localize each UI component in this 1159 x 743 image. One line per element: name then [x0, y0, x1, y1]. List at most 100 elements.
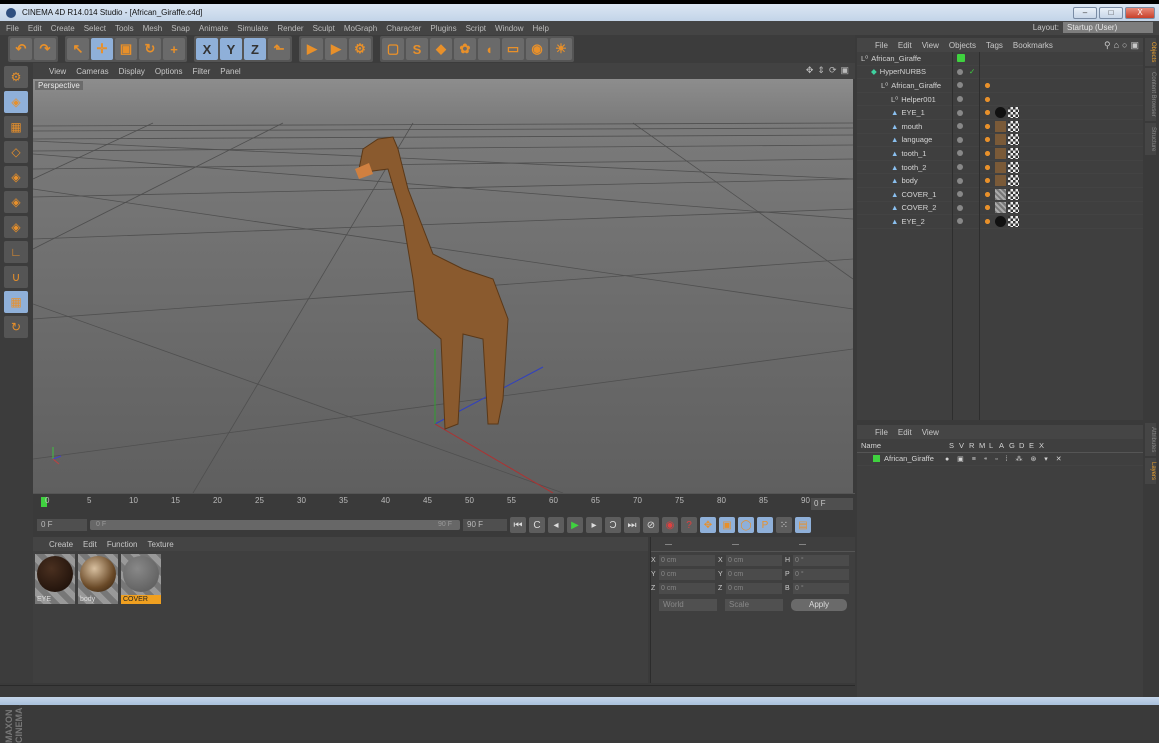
layer-color-swatch[interactable] — [873, 455, 880, 463]
material-cover[interactable]: COVER — [121, 554, 161, 604]
visibility-dot[interactable] — [957, 218, 963, 225]
material-menu-edit[interactable]: Edit — [83, 540, 97, 549]
record-active-button[interactable]: ⊘ — [643, 517, 659, 533]
menu-plugins[interactable]: Plugins — [430, 24, 456, 33]
undo-icon[interactable]: ↶ — [10, 38, 32, 60]
menu-select[interactable]: Select — [84, 24, 106, 33]
menu-mograph[interactable]: MoGraph — [344, 24, 377, 33]
object-row[interactable]: ▲ tooth_1 — [857, 147, 1143, 161]
visibility-dot[interactable] — [957, 150, 963, 157]
layer-column-s[interactable]: S — [949, 441, 954, 450]
material-tag-icon[interactable] — [995, 147, 1006, 159]
phong-tag-icon[interactable] — [982, 215, 993, 227]
next-frame-button[interactable]: ▸ — [586, 517, 602, 533]
material-tag-icon[interactable] — [995, 107, 1006, 119]
rotate-view-icon[interactable]: ⟳ — [829, 65, 837, 76]
x-axis-icon[interactable]: X — [196, 38, 218, 60]
make-editable-icon[interactable]: ⚙ — [4, 66, 28, 88]
render-picture-viewer-icon[interactable]: ▶ — [325, 38, 347, 60]
viewport-menu-filter[interactable]: Filter — [192, 67, 210, 76]
menu-animate[interactable]: Animate — [199, 24, 228, 33]
scheme-button[interactable]: ▤ — [795, 517, 811, 533]
deformer-icon[interactable]: ◖ — [478, 38, 500, 60]
side-tab-layers[interactable]: Layers — [1145, 458, 1156, 485]
phong-tag-icon[interactable] — [982, 120, 993, 132]
uvw-tag-icon[interactable] — [1008, 175, 1019, 187]
layer-column-a[interactable]: A — [999, 441, 1004, 450]
current-frame-field[interactable]: 0 F — [811, 498, 853, 510]
spline-icon[interactable]: S — [406, 38, 428, 60]
uvw-tag-icon[interactable] — [1008, 107, 1019, 119]
coord-mode-dropdown[interactable]: World — [659, 598, 717, 611]
object-row[interactable]: ▲ mouth — [857, 120, 1143, 134]
object-row[interactable]: L⁰ African_Giraffe — [857, 79, 1143, 93]
visibility-dot[interactable] — [957, 204, 963, 211]
scale-icon[interactable]: ▣ — [115, 38, 137, 60]
apply-button[interactable]: Apply — [791, 598, 847, 611]
layer-column-x[interactable]: X — [1039, 441, 1044, 450]
phong-tag-icon[interactable] — [982, 107, 993, 119]
record-scale-button[interactable]: ▣ — [719, 517, 735, 533]
record-pla-button[interactable]: ⁙ — [776, 517, 792, 533]
uvw-tag-icon[interactable] — [1008, 161, 1019, 173]
floor-icon[interactable]: ▭ — [502, 38, 524, 60]
coord-value-field[interactable]: 0 cm — [659, 583, 715, 594]
material-eye[interactable]: EYE — [35, 554, 75, 604]
render-view-icon[interactable]: ▶ — [301, 38, 323, 60]
menu-render[interactable]: Render — [277, 24, 303, 33]
home-icon[interactable]: ⌂ — [1114, 40, 1119, 51]
layer-column-m[interactable]: M — [979, 441, 985, 450]
rotate-icon[interactable]: ↻ — [139, 38, 161, 60]
render-settings-icon[interactable]: ⚙ — [349, 38, 371, 60]
menu-file[interactable]: File — [6, 24, 19, 33]
menu-mesh[interactable]: Mesh — [143, 24, 163, 33]
material-tag-icon[interactable] — [995, 215, 1006, 227]
uvw-tag-icon[interactable] — [1008, 134, 1019, 146]
layer-menu-view[interactable]: View — [922, 428, 939, 437]
visibility-dot[interactable] — [957, 54, 965, 63]
layer-column-d[interactable]: D — [1019, 441, 1024, 450]
viewport-menu-cameras[interactable]: Cameras — [76, 67, 108, 76]
menu-sculpt[interactable]: Sculpt — [313, 24, 335, 33]
phong-tag-icon[interactable] — [982, 93, 993, 105]
object-row[interactable]: ▲ tooth_2 — [857, 161, 1143, 175]
menu-window[interactable]: Window — [495, 24, 523, 33]
enabled-checkmark-icon[interactable]: ✓ — [969, 67, 975, 76]
side-tab-content-browser[interactable]: Content Browser — [1145, 68, 1156, 122]
coord-value-field[interactable]: 0 cm — [659, 569, 715, 580]
workplane-mode-icon[interactable]: ◇ — [4, 141, 28, 163]
visibility-dot[interactable] — [957, 82, 963, 89]
coord-value-field[interactable]: 0 ° — [793, 569, 849, 580]
phong-tag-icon[interactable] — [982, 202, 993, 214]
layer-column-v[interactable]: V — [959, 441, 964, 450]
object-menu-view[interactable]: View — [922, 41, 939, 50]
material-menu-texture[interactable]: Texture — [148, 540, 174, 549]
object-menu-tags[interactable]: Tags — [986, 41, 1003, 50]
end-frame-field[interactable]: 90 F — [463, 519, 507, 531]
object-row[interactable]: ◆ HyperNURBS ✓ — [857, 66, 1143, 80]
material-tag-icon[interactable] — [995, 161, 1006, 173]
visibility-dot[interactable] — [957, 177, 963, 184]
phong-tag-icon[interactable] — [982, 134, 993, 146]
last-tool-icon[interactable]: + — [163, 38, 185, 60]
coord-value-field[interactable]: 0 cm — [726, 555, 782, 566]
menu-tools[interactable]: Tools — [115, 24, 134, 33]
object-menu-bookmarks[interactable]: Bookmarks — [1013, 41, 1053, 50]
material-menu-create[interactable]: Create — [49, 540, 73, 549]
z-axis-icon[interactable]: Z — [244, 38, 266, 60]
object-row[interactable]: ▲ COVER_1 — [857, 188, 1143, 202]
layer-menu-edit[interactable]: Edit — [898, 428, 912, 437]
layer-column-r[interactable]: R — [969, 441, 974, 450]
coord-value-field[interactable]: 0 cm — [726, 569, 782, 580]
camera-icon[interactable]: ◉ — [526, 38, 548, 60]
polygons-mode-icon[interactable]: ◈ — [4, 216, 28, 238]
uvw-tag-icon[interactable] — [1008, 202, 1019, 214]
viewport-menu-display[interactable]: Display — [119, 67, 145, 76]
phong-tag-icon[interactable] — [982, 79, 993, 91]
layer-menu-file[interactable]: File — [875, 428, 888, 437]
previous-key-button[interactable]: C — [529, 517, 545, 533]
points-mode-icon[interactable]: ◈ — [4, 166, 28, 188]
preview-range-slider[interactable]: 0 F 90 F — [90, 520, 460, 530]
live-selection-icon[interactable]: ↖ — [67, 38, 89, 60]
visibility-dot[interactable] — [957, 123, 963, 130]
